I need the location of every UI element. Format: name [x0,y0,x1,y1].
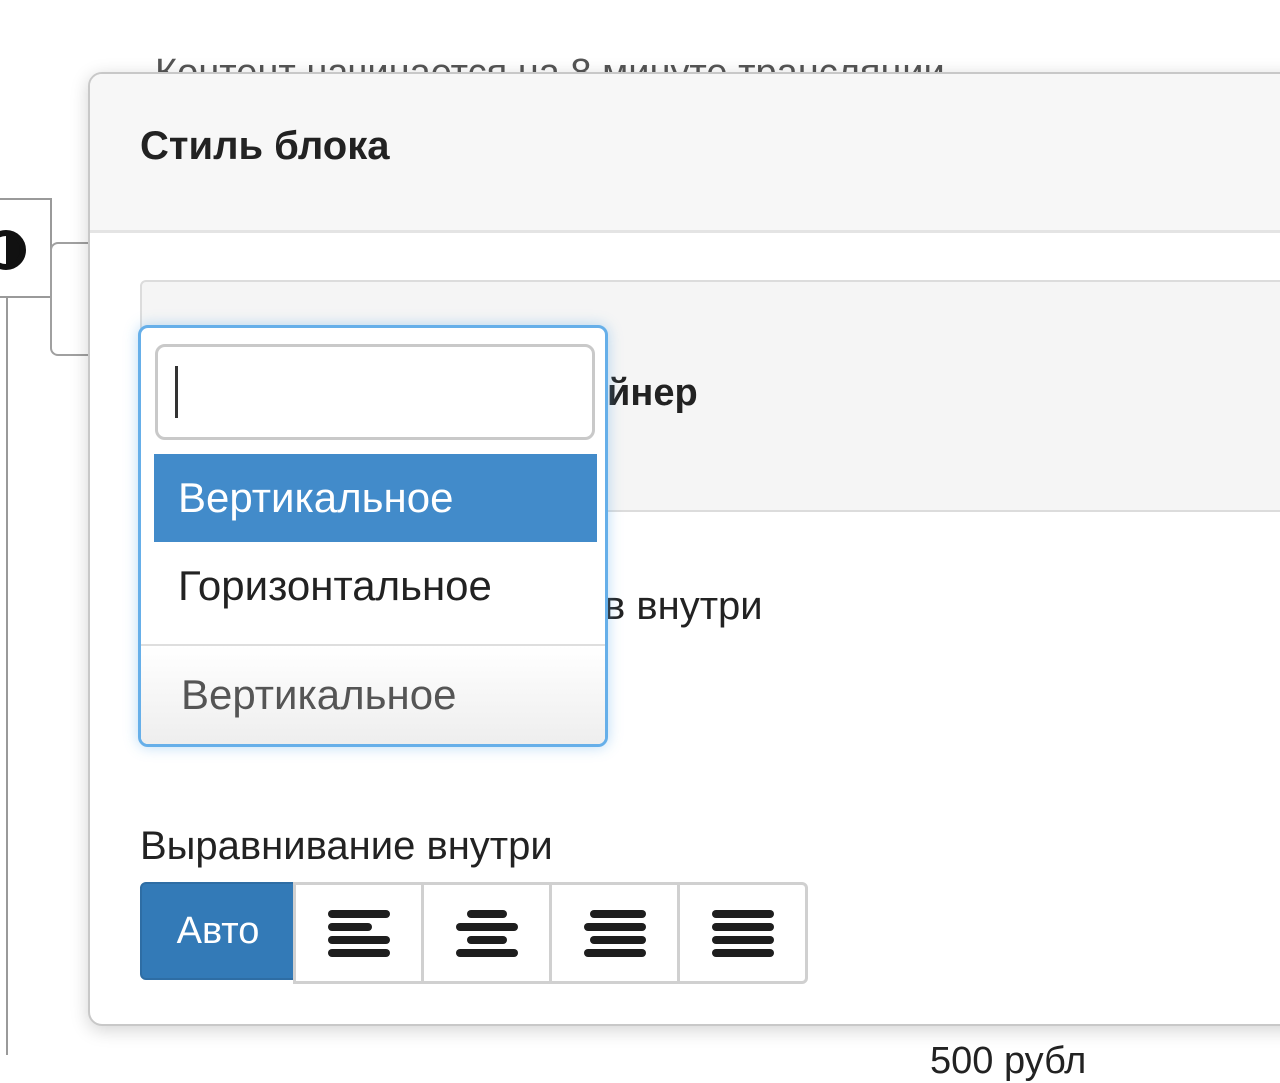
align-right-button[interactable] [549,882,680,984]
contrast-icon[interactable] [0,230,26,270]
direction-label: в внутри [604,584,763,628]
modal-title: Стиль блока [140,124,390,168]
dropdown-option-vertical[interactable]: Вертикальное [154,454,597,542]
alignment-label: Выравнивание внутри [140,824,553,868]
panel-title: йнер [607,372,698,414]
direction-dropdown[interactable]: Вертикальное Горизонтальное Вертикальное [138,325,608,747]
align-auto-label: Авто [176,909,260,952]
align-justify-button[interactable] [677,882,808,984]
align-justify-icon [711,909,774,957]
dropdown-selected-value[interactable]: Вертикальное [141,644,605,744]
align-right-icon [583,909,646,957]
align-auto-button[interactable]: Авто [140,882,296,980]
alignment-button-group: Авто [140,882,808,984]
background-border [0,298,8,1055]
align-center-icon [455,909,518,957]
text-cursor [175,366,178,418]
dropdown-option-horizontal[interactable]: Горизонтальное [154,542,597,630]
modal-header: Стиль блока [90,74,1280,233]
align-center-button[interactable] [421,882,552,984]
background-price-text: 500 рубл [930,1040,1087,1082]
dropdown-search-input[interactable] [155,344,595,440]
align-left-button[interactable] [293,882,424,984]
background-toolbar [0,198,52,298]
align-left-icon [327,909,390,957]
